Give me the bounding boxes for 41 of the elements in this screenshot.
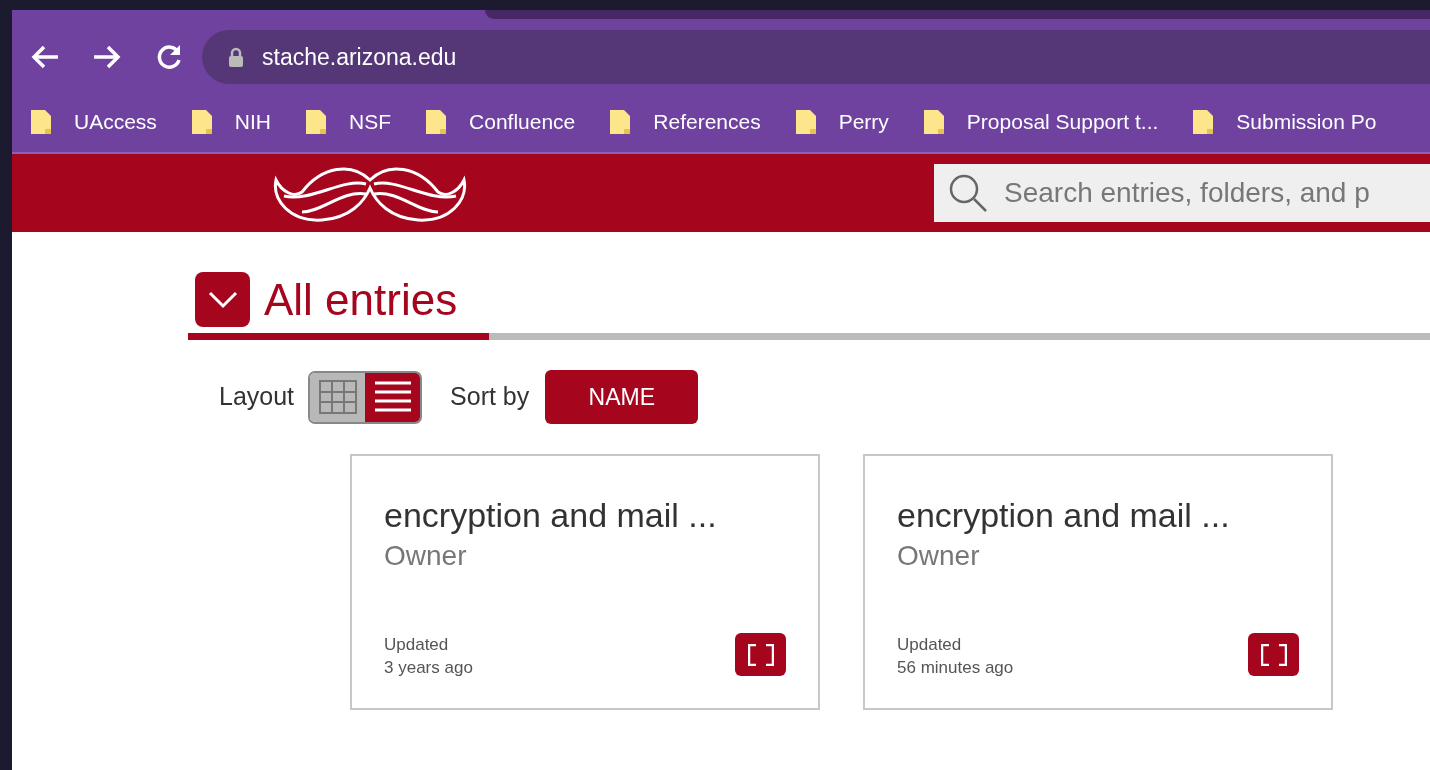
entry-card[interactable]: encryption and mail ... Owner Updated 3 years ago: [350, 454, 820, 710]
bookmark-item[interactable]: References: [609, 106, 761, 138]
folder-icon: [1192, 109, 1215, 135]
bookmark-item[interactable]: Proposal Support t...: [922, 106, 1159, 138]
entry-title: encryption and mail ...: [384, 496, 718, 536]
bookmark-item[interactable]: NIH: [190, 106, 272, 138]
sort-label: Sort by: [450, 381, 530, 413]
sort-button[interactable]: NAME: [545, 370, 699, 424]
chevron-icon: [207, 290, 238, 309]
updated-time: 3 years ago: [384, 657, 473, 680]
url-text: stache.arizona.edu: [262, 42, 457, 72]
expand-icon: [1260, 643, 1287, 666]
folder-icon: [305, 109, 328, 135]
search-field[interactable]: Search entries, folders, and p: [934, 164, 1430, 222]
folder-icon: [794, 109, 817, 135]
layout-label: Layout: [219, 381, 295, 413]
address-bar[interactable]: stache.arizona.edu: [202, 30, 1430, 84]
entry-role: Owner: [384, 539, 468, 574]
updated-time: 56 minutes ago: [897, 657, 1014, 680]
updated-label: Updated: [384, 634, 450, 657]
bookmark-item[interactable]: Perry: [794, 106, 889, 138]
expand-icon: [747, 643, 774, 666]
expand-button[interactable]: [735, 633, 786, 676]
folder-icon: [30, 109, 52, 135]
entry-role: Owner: [897, 539, 981, 574]
list-view-button[interactable]: [365, 372, 421, 422]
expand-button[interactable]: [1248, 633, 1299, 676]
folder-icon: [425, 109, 448, 135]
bookmark-item[interactable]: NSF: [305, 106, 392, 138]
folder-icon: [922, 109, 945, 135]
folder-icon: [609, 109, 632, 135]
bookmark-item[interactable]: Submission Po: [1192, 106, 1377, 138]
entry-card[interactable]: encryption and mail ... Owner Updated 56 minutes ago: [863, 454, 1333, 710]
section-title: All entries: [264, 277, 458, 322]
updated-label: Updated: [897, 634, 963, 657]
collapse-button[interactable]: [195, 272, 250, 327]
bookmark-item[interactable]: Confluence: [425, 106, 576, 138]
folder-icon: [190, 109, 213, 135]
entry-title: encryption and mail ...: [897, 496, 1231, 536]
lock-icon: [228, 47, 244, 67]
bookmark-item[interactable]: UAccess: [30, 106, 157, 138]
